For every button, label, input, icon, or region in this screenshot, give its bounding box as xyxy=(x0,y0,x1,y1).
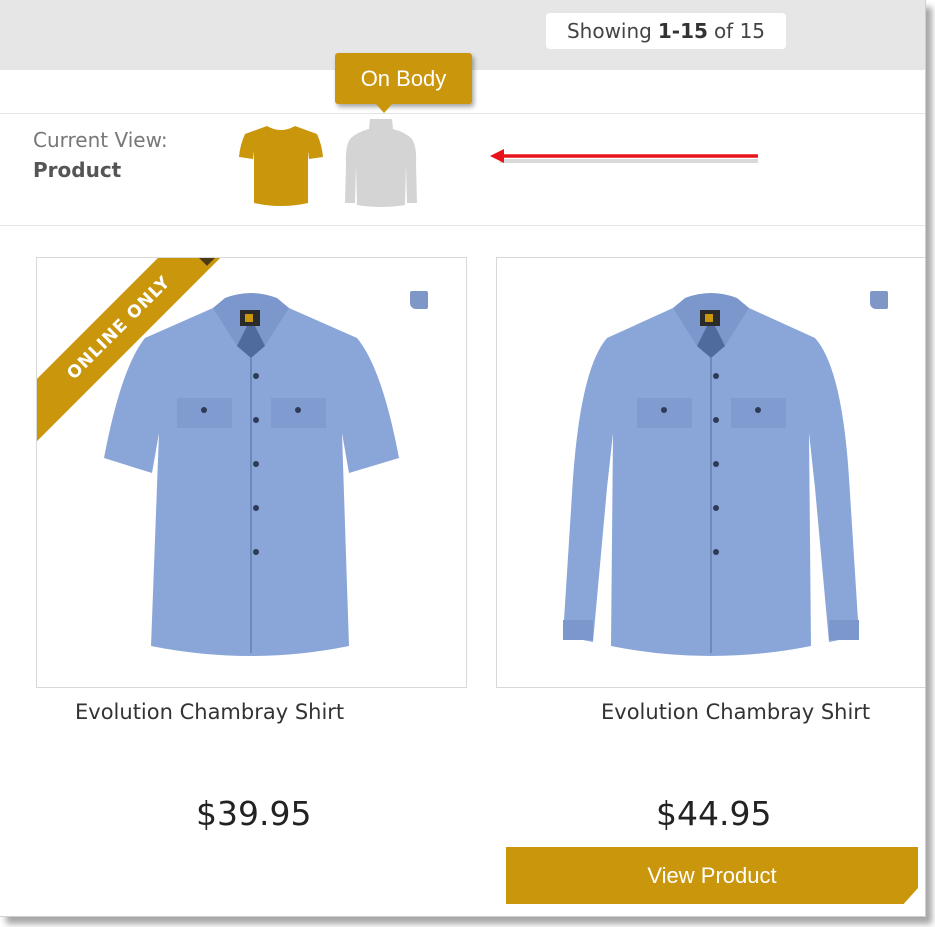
product-card[interactable] xyxy=(496,257,926,688)
long-sleeve-shirt-image[interactable] xyxy=(497,258,926,687)
on-body-shirt-icon[interactable] xyxy=(343,117,419,209)
results-count: Showing 1-15 of 15 xyxy=(546,13,786,49)
product-listing-panel: Showing 1-15 of 15 Current View: Product… xyxy=(0,0,926,917)
product-price: $44.95 xyxy=(656,794,772,833)
current-view-label: Current View: xyxy=(33,128,168,152)
annotation-arrow-icon xyxy=(490,149,758,163)
product-price: $39.95 xyxy=(196,794,312,833)
results-range: 1-15 xyxy=(657,19,708,43)
tooltip-arrow xyxy=(375,103,393,113)
color-swatch[interactable] xyxy=(410,291,428,309)
product-card[interactable]: ONLINE ONLY xyxy=(36,257,467,688)
color-swatch[interactable] xyxy=(870,291,888,309)
online-only-ribbon: ONLINE ONLY xyxy=(37,258,237,458)
on-body-tooltip: On Body xyxy=(335,53,472,104)
current-view-value: Product xyxy=(33,158,122,182)
product-name[interactable]: Evolution Chambray Shirt xyxy=(75,700,344,724)
view-product-button[interactable]: View Product xyxy=(506,847,918,904)
online-only-badge: ONLINE ONLY xyxy=(37,258,234,443)
tshirt-icon[interactable] xyxy=(238,123,324,207)
results-suffix: of 15 xyxy=(713,19,766,43)
results-prefix: Showing xyxy=(566,19,652,43)
divider xyxy=(0,113,925,114)
divider xyxy=(0,225,925,226)
product-name[interactable]: Evolution Chambray Shirt xyxy=(601,700,870,724)
